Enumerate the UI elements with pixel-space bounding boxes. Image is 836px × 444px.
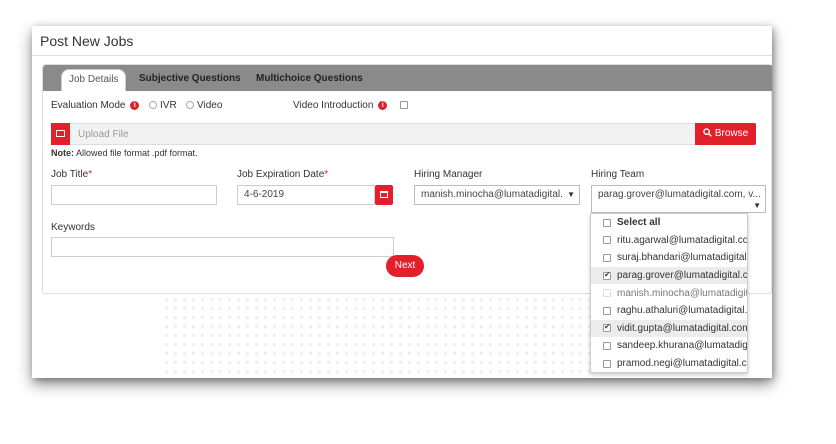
- hiring-team-label: Hiring Team: [591, 169, 645, 180]
- hiring-manager-value: manish.minocha@lumatadigital.: [421, 189, 563, 200]
- upload-file-field[interactable]: Upload File Browse: [51, 123, 756, 145]
- option-label: pramod.negi@lumatadigital.com: [617, 358, 748, 370]
- option-checkbox[interactable]: [603, 322, 611, 333]
- option-label: Select all: [617, 217, 661, 229]
- browse-button[interactable]: Browse: [695, 123, 756, 145]
- radio-ivr[interactable]: IVR: [149, 100, 177, 111]
- page-title: Post New Jobs: [40, 33, 134, 49]
- world-map-watermark: [162, 286, 662, 378]
- video-introduction-checkbox[interactable]: [400, 101, 408, 109]
- job-expiration-label: Job Expiration Date*: [237, 169, 329, 180]
- browse-label: Browse: [714, 128, 749, 139]
- option-label: sandeep.khurana@lumatadigital.com: [617, 340, 748, 352]
- upload-file-placeholder: Upload File: [78, 129, 129, 140]
- keywords-input[interactable]: [51, 237, 394, 257]
- evaluation-mode-row: Evaluation Mode i: [51, 100, 140, 111]
- job-title-label: Job Title*: [51, 169, 93, 180]
- option-checkbox[interactable]: [603, 341, 611, 350]
- video-introduction-row: Video Introduction i: [293, 100, 408, 111]
- calendar-icon[interactable]: [375, 185, 393, 205]
- option-checkbox[interactable]: [603, 218, 611, 227]
- option-checkbox[interactable]: [603, 270, 611, 280]
- next-button[interactable]: Next: [386, 255, 424, 277]
- hiring-manager-select[interactable]: manish.minocha@lumatadigital. ▼: [414, 185, 580, 205]
- image-icon: [51, 123, 70, 145]
- hiring-team-option[interactable]: pramod.negi@lumatadigital.com: [591, 355, 748, 372]
- option-checkbox[interactable]: [603, 359, 611, 368]
- radio-ivr-label: IVR: [160, 100, 177, 111]
- video-introduction-label: Video Introduction: [293, 100, 374, 111]
- keywords-label: Keywords: [51, 222, 95, 233]
- hiring-team-option[interactable]: raghu.athaluri@lumatadigital.com: [591, 302, 747, 320]
- chevron-down-icon: ▼: [567, 190, 575, 199]
- hiring-team-option: manish.minocha@lumatadigital.com: [591, 284, 747, 302]
- option-label: raghu.athaluri@lumatadigital.com: [617, 305, 748, 317]
- chevron-down-icon: ▼: [753, 201, 761, 210]
- file-format-note: Note: Allowed file format .pdf format.: [51, 148, 198, 158]
- hiring-team-option[interactable]: suraj.bhandari@lumatadigital.com: [591, 249, 747, 267]
- select-all-option[interactable]: Select all: [591, 214, 747, 232]
- hiring-team-dropdown: Select all ritu.agarwal@lumatadigital.com…: [590, 213, 748, 373]
- hiring-team-option[interactable]: parag.grover@lumatadigital.com: [591, 266, 748, 285]
- note-prefix: Note:: [51, 148, 74, 158]
- hiring-team-option[interactable]: sandeep.khurana@lumatadigital.com: [591, 337, 747, 355]
- app-window: Post New Jobs Job Details Subjective Que…: [32, 26, 772, 378]
- tab-subjective-questions[interactable]: Subjective Questions: [139, 69, 241, 91]
- title-divider: [32, 55, 772, 56]
- option-checkbox: [603, 289, 611, 298]
- hiring-team-value: parag.grover@lumatadigital.com, v...: [598, 189, 761, 200]
- job-title-input[interactable]: [51, 185, 217, 205]
- radio-video-circle[interactable]: [186, 101, 194, 109]
- hiring-manager-label: Hiring Manager: [414, 169, 483, 180]
- evaluation-mode-label: Evaluation Mode: [51, 100, 126, 111]
- option-label: suraj.bhandari@lumatadigital.com: [617, 252, 747, 264]
- option-checkbox[interactable]: [603, 306, 611, 315]
- note-text: Allowed file format .pdf format.: [74, 148, 198, 158]
- hiring-team-option[interactable]: ritu.agarwal@lumatadigital.com: [591, 232, 747, 250]
- option-label: parag.grover@lumatadigital.com: [617, 270, 748, 282]
- option-label: vidit.gupta@lumatadigital.com: [617, 322, 748, 334]
- option-checkbox[interactable]: [603, 236, 611, 245]
- tab-bar: Job Details Subjective Questions Multich…: [43, 65, 772, 91]
- info-icon[interactable]: i: [130, 101, 140, 110]
- option-label: manish.minocha@lumatadigital.com: [617, 287, 748, 299]
- tab-multichoice-questions[interactable]: Multichoice Questions: [256, 69, 363, 91]
- radio-video[interactable]: Video: [186, 100, 222, 111]
- tab-job-details[interactable]: Job Details: [61, 69, 127, 91]
- hiring-team-select[interactable]: parag.grover@lumatadigital.com, v... ▼: [591, 185, 766, 213]
- search-icon: [703, 128, 712, 137]
- radio-ivr-circle[interactable]: [149, 101, 157, 109]
- hiring-team-option[interactable]: vidit.gupta@lumatadigital.com: [591, 319, 748, 338]
- info-icon[interactable]: i: [378, 101, 388, 110]
- job-expiration-input[interactable]: 4-6-2019: [237, 185, 375, 205]
- option-label: ritu.agarwal@lumatadigital.com: [617, 234, 748, 246]
- radio-video-label: Video: [197, 100, 223, 111]
- option-checkbox[interactable]: [603, 253, 611, 262]
